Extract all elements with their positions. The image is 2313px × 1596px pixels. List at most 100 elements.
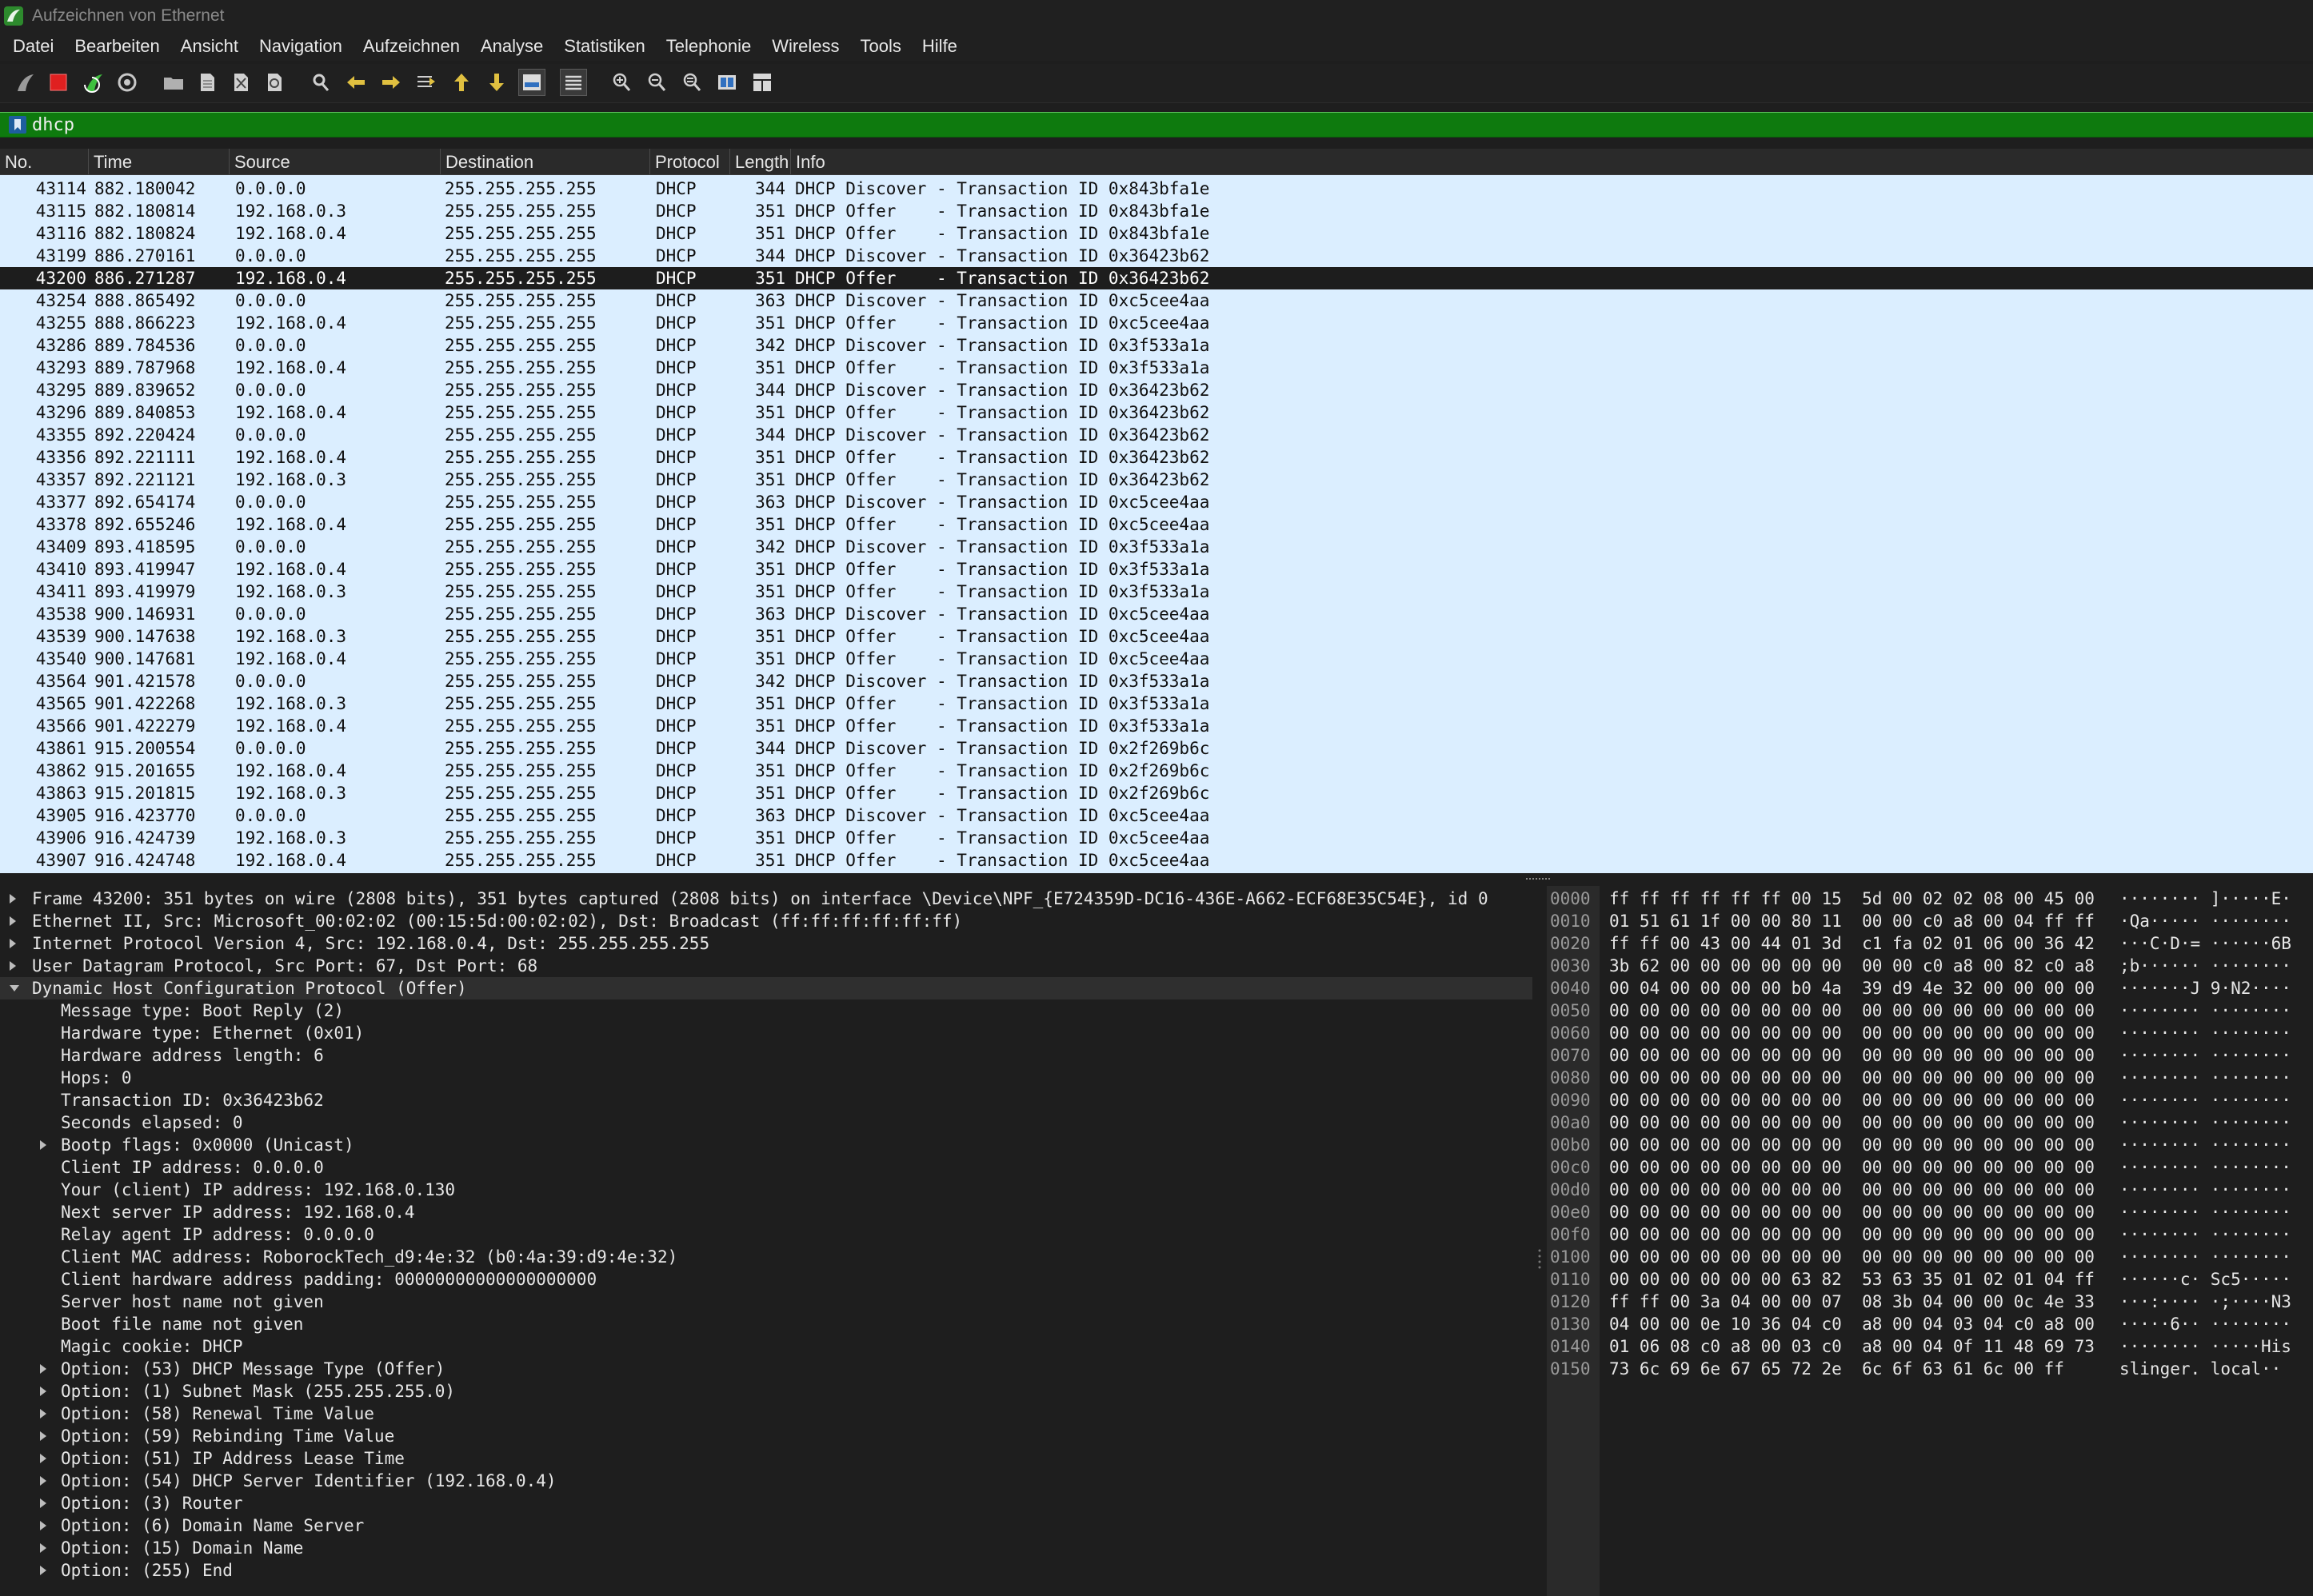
expand-right-icon[interactable] xyxy=(10,916,16,926)
hex-row[interactable]: 0010 01 51 61 1f 00 00 80 11 00 00 c0 a8 … xyxy=(1547,910,2313,932)
expand-right-icon[interactable] xyxy=(10,939,16,948)
menu-tools[interactable]: Tools xyxy=(861,36,901,57)
expand-right-icon[interactable] xyxy=(40,1364,46,1374)
detail-tree-item[interactable]: User Datagram Protocol, Src Port: 67, Ds… xyxy=(0,955,1532,977)
layout-icon[interactable] xyxy=(749,69,776,96)
detail-tree-item[interactable]: Option: (15) Domain Name xyxy=(0,1537,1532,1559)
packet-row[interactable]: 43410 893.419947 192.168.0.4 255.255.255.25… xyxy=(0,558,2313,581)
detail-tree-item[interactable]: Transaction ID: 0x36423b62 xyxy=(0,1089,1532,1111)
display-filter-input[interactable] xyxy=(32,113,2303,137)
detail-tree-item[interactable]: Client hardware address padding: 0000000… xyxy=(0,1268,1532,1291)
hex-row[interactable]: 00b0 00 00 00 00 00 00 00 00 00 00 00 00 … xyxy=(1547,1134,2313,1156)
column-header-no[interactable]: No. xyxy=(0,149,88,174)
hex-row[interactable]: 0090 00 00 00 00 00 00 00 00 00 00 00 00 … xyxy=(1547,1089,2313,1111)
packet-row[interactable]: 43115 882.180814 192.168.0.3 255.255.255.25… xyxy=(0,200,2313,222)
go-first-packet-icon[interactable] xyxy=(448,69,475,96)
packet-row[interactable]: 43566 901.422279 192.168.0.4 255.255.255.25… xyxy=(0,715,2313,737)
detail-tree-item[interactable]: Option: (3) Router xyxy=(0,1492,1532,1514)
go-back-icon[interactable] xyxy=(342,69,370,96)
packet-row[interactable]: 43293 889.787968 192.168.0.4 255.255.255.25… xyxy=(0,357,2313,379)
pane-splitter-horizontal[interactable] xyxy=(0,873,2313,886)
menu-statistiken[interactable]: Statistiken xyxy=(564,36,645,57)
detail-tree-item[interactable]: Option: (255) End xyxy=(0,1559,1532,1582)
detail-tree-item[interactable]: Option: (54) DHCP Server Identifier (192… xyxy=(0,1470,1532,1492)
detail-tree-item[interactable]: Relay agent IP address: 0.0.0.0 xyxy=(0,1223,1532,1246)
column-header-source[interactable]: Source xyxy=(229,149,440,174)
detail-tree-item[interactable]: Ethernet II, Src: Microsoft_00:02:02 (00… xyxy=(0,910,1532,932)
detail-tree-item[interactable]: Dynamic Host Configuration Protocol (Off… xyxy=(0,977,1532,999)
hex-row[interactable]: 0000 ff ff ff ff ff ff 00 15 5d 00 02 02 … xyxy=(1547,888,2313,910)
pane-splitter-vertical[interactable] xyxy=(1532,886,1547,1596)
packet-row[interactable]: 43377 892.654174 0.0.0.0 255.255.255.255 DHC… xyxy=(0,491,2313,513)
detail-tree-item[interactable]: Hops: 0 xyxy=(0,1067,1532,1089)
menu-telephonie[interactable]: Telephonie xyxy=(666,36,751,57)
packet-row[interactable]: 43295 889.839652 0.0.0.0 255.255.255.255 DHC… xyxy=(0,379,2313,401)
menu-wireless[interactable]: Wireless xyxy=(772,36,839,57)
colorize-icon[interactable] xyxy=(560,69,587,96)
detail-tree-item[interactable]: Hardware address length: 6 xyxy=(0,1044,1532,1067)
expand-right-icon[interactable] xyxy=(40,1140,46,1150)
open-file-icon[interactable] xyxy=(160,69,187,96)
packet-row[interactable]: 43286 889.784536 0.0.0.0 255.255.255.255 DHC… xyxy=(0,334,2313,357)
hex-row[interactable]: 0060 00 00 00 00 00 00 00 00 00 00 00 00 … xyxy=(1547,1022,2313,1044)
expand-right-icon[interactable] xyxy=(40,1521,46,1530)
expand-right-icon[interactable] xyxy=(40,1566,46,1575)
go-last-packet-icon[interactable] xyxy=(483,69,510,96)
close-file-icon[interactable] xyxy=(227,69,254,96)
packet-row[interactable]: 43538 900.146931 0.0.0.0 255.255.255.255 DHC… xyxy=(0,603,2313,625)
go-to-packet-icon[interactable] xyxy=(413,69,440,96)
packet-row[interactable]: 43861 915.200554 0.0.0.0 255.255.255.255 DHC… xyxy=(0,737,2313,760)
hex-row[interactable]: 00d0 00 00 00 00 00 00 00 00 00 00 00 00 … xyxy=(1547,1179,2313,1201)
packet-row[interactable]: 43862 915.201655 192.168.0.4 255.255.255.25… xyxy=(0,760,2313,782)
packet-row[interactable]: 43409 893.418595 0.0.0.0 255.255.255.255 DHC… xyxy=(0,536,2313,558)
find-packet-icon[interactable] xyxy=(307,69,334,96)
packet-bytes-pane[interactable]: 0000 ff ff ff ff ff ff 00 15 5d 00 02 02 … xyxy=(1547,886,2313,1596)
packet-row[interactable]: 43539 900.147638 192.168.0.3 255.255.255.25… xyxy=(0,625,2313,648)
hex-row[interactable]: 0130 04 00 00 0e 10 36 04 c0 a8 00 04 03 … xyxy=(1547,1313,2313,1335)
packet-row[interactable]: 43199 886.270161 0.0.0.0 255.255.255.255 DHC… xyxy=(0,245,2313,267)
expand-right-icon[interactable] xyxy=(40,1543,46,1553)
menu-analyse[interactable]: Analyse xyxy=(481,36,543,57)
packet-row[interactable]: 43357 892.221121 192.168.0.3 255.255.255.25… xyxy=(0,469,2313,491)
packet-row[interactable]: 43254 888.865492 0.0.0.0 255.255.255.255 DHC… xyxy=(0,289,2313,312)
hex-row[interactable]: 0050 00 00 00 00 00 00 00 00 00 00 00 00 … xyxy=(1547,999,2313,1022)
hex-row[interactable]: 00a0 00 00 00 00 00 00 00 00 00 00 00 00 … xyxy=(1547,1111,2313,1134)
expand-right-icon[interactable] xyxy=(40,1431,46,1441)
packet-row[interactable]: 43565 901.422268 192.168.0.3 255.255.255.25… xyxy=(0,692,2313,715)
hex-row[interactable]: 0140 01 06 08 c0 a8 00 03 c0 a8 00 04 0f … xyxy=(1547,1335,2313,1358)
hex-row[interactable]: 0080 00 00 00 00 00 00 00 00 00 00 00 00 … xyxy=(1547,1067,2313,1089)
resize-columns-icon[interactable] xyxy=(713,69,741,96)
hex-row[interactable]: 0020 ff ff 00 43 00 44 01 3d c1 fa 02 01 … xyxy=(1547,932,2313,955)
column-header-time[interactable]: Time xyxy=(88,149,229,174)
detail-tree-item[interactable]: Magic cookie: DHCP xyxy=(0,1335,1532,1358)
packet-row[interactable]: 43296 889.840853 192.168.0.4 255.255.255.25… xyxy=(0,401,2313,424)
hex-row[interactable]: 00f0 00 00 00 00 00 00 00 00 00 00 00 00 … xyxy=(1547,1223,2313,1246)
packet-row[interactable]: 43863 915.201815 192.168.0.3 255.255.255.25… xyxy=(0,782,2313,804)
menu-bearbeiten[interactable]: Bearbeiten xyxy=(74,36,159,57)
reload-file-icon[interactable] xyxy=(261,69,288,96)
packet-row[interactable]: 43540 900.147681 192.168.0.4 255.255.255.25… xyxy=(0,648,2313,670)
detail-tree-item[interactable]: Your (client) IP address: 192.168.0.130 xyxy=(0,1179,1532,1201)
hex-row[interactable]: 0040 00 04 00 00 00 00 b0 4a 39 d9 4e 32 … xyxy=(1547,977,2313,999)
packet-row[interactable]: 43355 892.220424 0.0.0.0 255.255.255.255 DHC… xyxy=(0,424,2313,446)
packet-list[interactable]: No. Time Source Destination Protocol Length In… xyxy=(0,149,2313,873)
packet-row[interactable]: 43564 901.421578 0.0.0.0 255.255.255.255 DHC… xyxy=(0,670,2313,692)
menu-aufzeichnen[interactable]: Aufzeichnen xyxy=(363,36,460,57)
detail-tree-item[interactable]: Option: (59) Rebinding Time Value xyxy=(0,1425,1532,1447)
detail-tree-item[interactable]: Option: (6) Domain Name Server xyxy=(0,1514,1532,1537)
restart-capture-icon[interactable] xyxy=(80,69,107,96)
packet-row[interactable]: 43116 882.180824 192.168.0.4 255.255.255.25… xyxy=(0,222,2313,245)
detail-tree-item[interactable]: Internet Protocol Version 4, Src: 192.16… xyxy=(0,932,1532,955)
detail-tree-item[interactable]: Message type: Boot Reply (2) xyxy=(0,999,1532,1022)
zoom-out-icon[interactable] xyxy=(643,69,670,96)
column-header-length[interactable]: Length xyxy=(729,149,790,174)
expand-right-icon[interactable] xyxy=(40,1387,46,1396)
column-header-info[interactable]: Info xyxy=(790,149,2313,174)
menu-hilfe[interactable]: Hilfe xyxy=(922,36,957,57)
expand-right-icon[interactable] xyxy=(10,961,16,971)
menu-navigation[interactable]: Navigation xyxy=(259,36,342,57)
detail-tree-item[interactable]: Option: (51) IP Address Lease Time xyxy=(0,1447,1532,1470)
capture-options-icon[interactable] xyxy=(114,69,141,96)
detail-tree-item[interactable]: Seconds elapsed: 0 xyxy=(0,1111,1532,1134)
detail-tree-item[interactable]: Server host name not given xyxy=(0,1291,1532,1313)
